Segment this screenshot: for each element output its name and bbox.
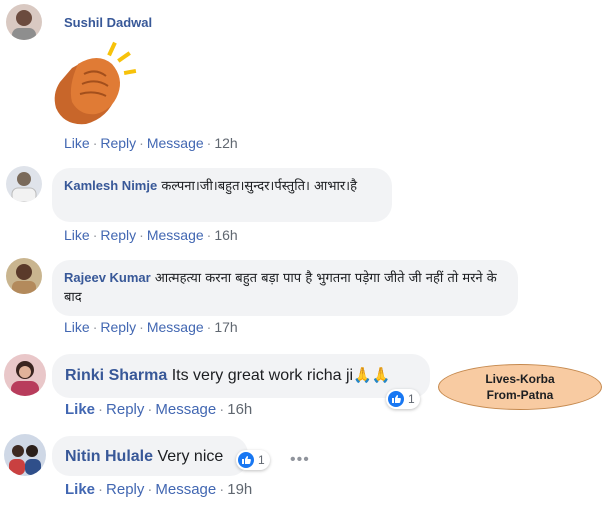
like-link[interactable]: Like	[64, 319, 90, 335]
comment-text: कल्पना।जी।बहुत।सुन्दर।र्पस्तुति। आभार।है	[161, 179, 357, 194]
avatar[interactable]	[6, 4, 42, 40]
reply-link[interactable]: Reply	[100, 319, 136, 335]
reply-link[interactable]: Reply	[100, 227, 136, 243]
avatar[interactable]	[4, 354, 46, 396]
comment-body: Kamlesh Nimje कल्पना।जी।बहुत।सुन्दर।र्पस…	[64, 176, 390, 196]
folded-hands-icon: 🙏🙏	[353, 367, 391, 384]
comment-body: Rajeev Kumar आत्महत्या करना बहुत बड़ा पा…	[64, 268, 514, 307]
message-link[interactable]: Message	[147, 135, 204, 151]
timestamp[interactable]: 19h	[227, 481, 252, 498]
message-link[interactable]: Message	[155, 481, 216, 498]
like-link[interactable]: Like	[64, 227, 90, 243]
timestamp[interactable]: 17h	[214, 319, 237, 335]
more-options-icon[interactable]: •••	[290, 451, 310, 469]
commenter-name[interactable]: Rajeev Kumar	[64, 270, 151, 285]
comment-actions: Like · Reply · Message · 16h	[65, 401, 253, 418]
like-link[interactable]: Like	[65, 481, 95, 498]
comment-actions: Like · Reply · Message · 17h	[64, 319, 238, 335]
thumbs-up-icon	[388, 391, 404, 407]
timestamp[interactable]: 12h	[214, 135, 237, 151]
message-link[interactable]: Message	[147, 227, 204, 243]
timestamp[interactable]: 16h	[214, 227, 237, 243]
comment-text: Its very great work richa ji	[171, 367, 354, 384]
commenter-name[interactable]: Kamlesh Nimje	[64, 178, 157, 193]
comment-body: Rinki Sharma Its very great work richa j…	[65, 366, 425, 385]
clapping-hands-icon	[50, 38, 150, 128]
location-callout: Lives-Korba From-Patna	[438, 364, 602, 410]
avatar[interactable]	[6, 166, 42, 202]
message-link[interactable]: Message	[147, 319, 204, 335]
comment-actions: Like · Reply · Message · 19h	[65, 481, 253, 498]
reply-link[interactable]: Reply	[106, 481, 144, 498]
avatar[interactable]	[4, 434, 46, 476]
reaction-count: 1	[408, 392, 415, 406]
message-link[interactable]: Message	[155, 401, 216, 418]
comment-actions: Like · Reply · Message · 16h	[64, 227, 238, 243]
commenter-name[interactable]: Rinki Sharma	[65, 367, 167, 384]
avatar[interactable]	[6, 258, 42, 294]
like-link[interactable]: Like	[64, 135, 90, 151]
commenter-name[interactable]: Nitin Hulale	[65, 448, 153, 465]
callout-line-1: Lives-Korba	[485, 372, 555, 386]
thumbs-up-icon	[238, 452, 254, 468]
commenter-name[interactable]: Sushil Dadwal	[64, 15, 152, 30]
reply-link[interactable]: Reply	[106, 401, 144, 418]
reaction-count: 1	[258, 453, 265, 467]
comment-actions: Like · Reply · Message · 12h	[64, 135, 238, 151]
comment-body: Nitin Hulale Very nice	[65, 447, 255, 466]
timestamp[interactable]: 16h	[227, 401, 252, 418]
callout-line-2: From-Patna	[486, 388, 554, 402]
reaction-badge[interactable]: 1	[386, 389, 420, 409]
like-link[interactable]: Like	[65, 401, 95, 418]
comment-text: Very nice	[157, 448, 224, 465]
reaction-badge[interactable]: 1	[236, 450, 270, 470]
reply-link[interactable]: Reply	[100, 135, 136, 151]
